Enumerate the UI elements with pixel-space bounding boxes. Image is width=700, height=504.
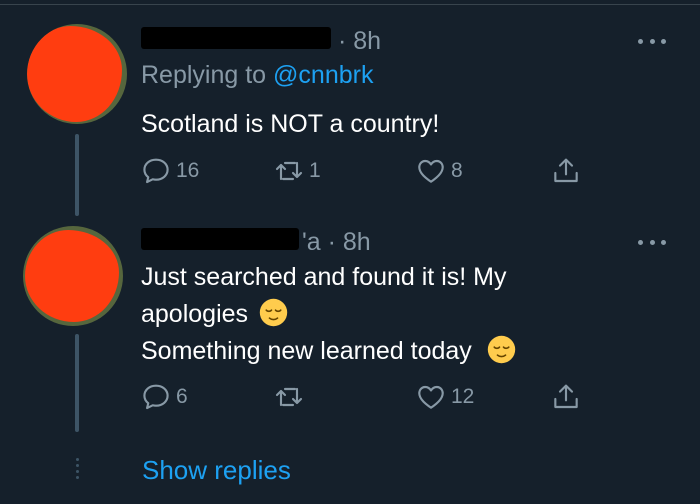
replying-to-mention[interactable]: @cnnbrk	[273, 61, 373, 89]
timestamp-separator: ·	[331, 27, 354, 55]
share-button[interactable]	[550, 153, 582, 189]
like-button[interactable]: 12	[415, 379, 474, 415]
heart-icon	[418, 159, 444, 183]
avatar[interactable]	[27, 24, 127, 124]
reply-count: 6	[176, 385, 188, 408]
redacted-author	[141, 228, 299, 250]
retweet-icon	[275, 387, 303, 407]
like-count: 12	[451, 385, 475, 408]
timestamp-separator: ·	[320, 228, 343, 256]
redacted-author	[141, 27, 331, 49]
replying-to: Replying to @cnnbrk	[141, 60, 373, 90]
tweet-header: · 8h	[141, 26, 381, 56]
retweet-button[interactable]: 1	[273, 153, 321, 189]
tweet-text: Scotland is NOT a country!	[141, 106, 439, 143]
more-icon[interactable]	[638, 36, 666, 46]
tweet-header: 'a · 8h	[141, 227, 371, 257]
avatar[interactable]	[23, 226, 123, 326]
tweet-text-line: apologies	[141, 296, 516, 333]
top-divider	[0, 4, 700, 5]
relieved-face-emoji	[487, 335, 515, 364]
replying-to-label: Replying to	[141, 61, 274, 89]
like-count: 8	[451, 159, 463, 182]
thread-line	[75, 334, 79, 432]
handle-tail: 'a	[302, 228, 321, 256]
tweet-text-line: Just searched and found it is! My	[141, 263, 507, 291]
heart-icon	[418, 385, 444, 409]
share-icon	[554, 384, 578, 409]
like-button[interactable]: 8	[415, 153, 463, 189]
relieved-face-emoji	[259, 298, 288, 327]
reply-icon	[143, 384, 169, 410]
show-replies-link[interactable]: Show replies	[142, 454, 291, 486]
more-icon[interactable]	[638, 237, 666, 247]
timestamp[interactable]: 8h	[353, 26, 381, 56]
tweet-text-line: Scotland is NOT a country!	[141, 110, 440, 138]
timestamp[interactable]: 8h	[343, 227, 371, 257]
tweet-text: Just searched and found it is! My apolog…	[141, 259, 516, 370]
retweet-button[interactable]	[273, 379, 309, 415]
reply-button[interactable]: 16	[140, 153, 199, 189]
share-icon	[554, 158, 578, 183]
share-button[interactable]	[550, 379, 582, 415]
reply-count: 16	[176, 159, 200, 182]
retweet-count: 1	[309, 159, 321, 182]
tweet-text-line: Something new learned today	[141, 333, 516, 370]
thread-line	[75, 134, 79, 216]
retweet-icon	[275, 161, 303, 181]
reply-button[interactable]: 6	[140, 379, 188, 415]
reply-icon	[143, 158, 169, 184]
thread-continuation-dots	[73, 458, 81, 479]
